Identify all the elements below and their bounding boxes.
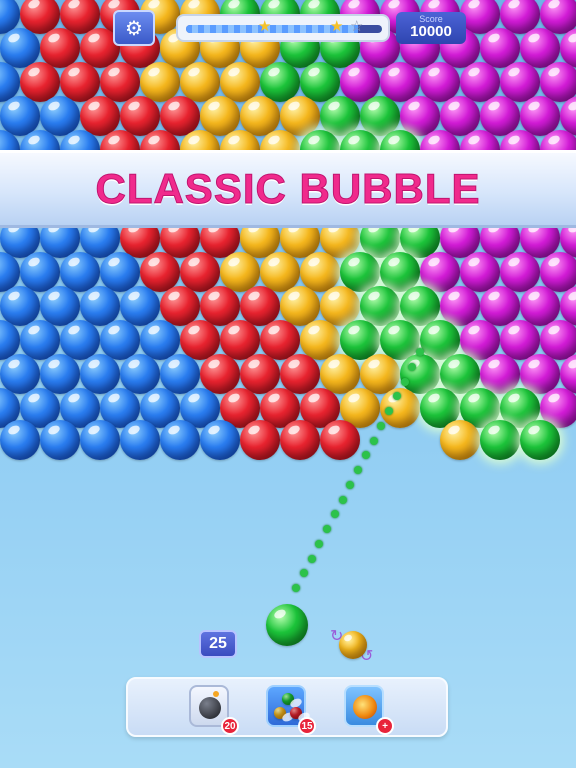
bubble [440,420,480,460]
multi-ball-icon [272,691,304,723]
fireball-add-badge: + [376,717,394,735]
shooter-bubble[interactable] [266,604,308,646]
star-icon-1: ★ [258,18,272,35]
aim-dot [354,466,362,474]
aim-dot [315,539,324,548]
bomb-count-badge: 20 [221,717,239,735]
aim-dot [292,584,300,592]
aim-dot [408,362,417,371]
aim-dot [299,569,308,578]
multi-ball-count-badge: 15 [298,717,316,735]
bubble [240,420,280,460]
aim-dot [392,392,401,401]
aim-dot [346,480,355,489]
bomb-icon [199,697,221,719]
aim-dot [416,348,424,356]
bubble [320,420,360,460]
multi-ball-powerup-button[interactable]: 15 [266,685,316,735]
aim-dot [338,495,347,504]
aim-dot [369,436,378,445]
star-icon-3: ☆ [350,18,364,35]
bubble [80,420,120,460]
bomb-fuse [213,691,219,697]
gear-icon: ⚙ [125,17,143,40]
aim-dot [400,377,409,386]
score-progress-bar: ★ ★ ☆ [176,14,390,42]
score-value: 10000 [410,23,452,40]
aim-dot [307,554,316,563]
bubble [0,420,40,460]
banner-title: CLASSIC BUBBLE [95,165,481,213]
aim-dot [361,451,370,460]
bubble [280,420,320,460]
aim-dot [385,407,393,415]
bubble-grid [0,0,576,768]
star-icon-2: ★ [330,18,344,35]
top-bar: ⚙ ★ ★ ☆ Score 10000 [0,0,576,52]
bubble [480,420,520,460]
level-banner: CLASSIC BUBBLE [0,150,576,228]
aim-dot [377,421,386,430]
bubble [40,420,80,460]
score-panel: Score 10000 [396,12,466,44]
bomb-powerup-button[interactable]: 20 [189,685,239,735]
bubble [160,420,200,460]
moves-counter: 25 [199,630,237,658]
settings-button[interactable]: ⚙ [113,10,155,46]
fireball-icon [353,695,377,719]
bubble [520,420,560,460]
next-bubble[interactable] [339,631,367,659]
bubble [120,420,160,460]
fireball-powerup-button[interactable]: + [344,685,394,735]
bubble [200,420,240,460]
aim-dot [323,525,331,533]
aim-dot [330,510,339,519]
